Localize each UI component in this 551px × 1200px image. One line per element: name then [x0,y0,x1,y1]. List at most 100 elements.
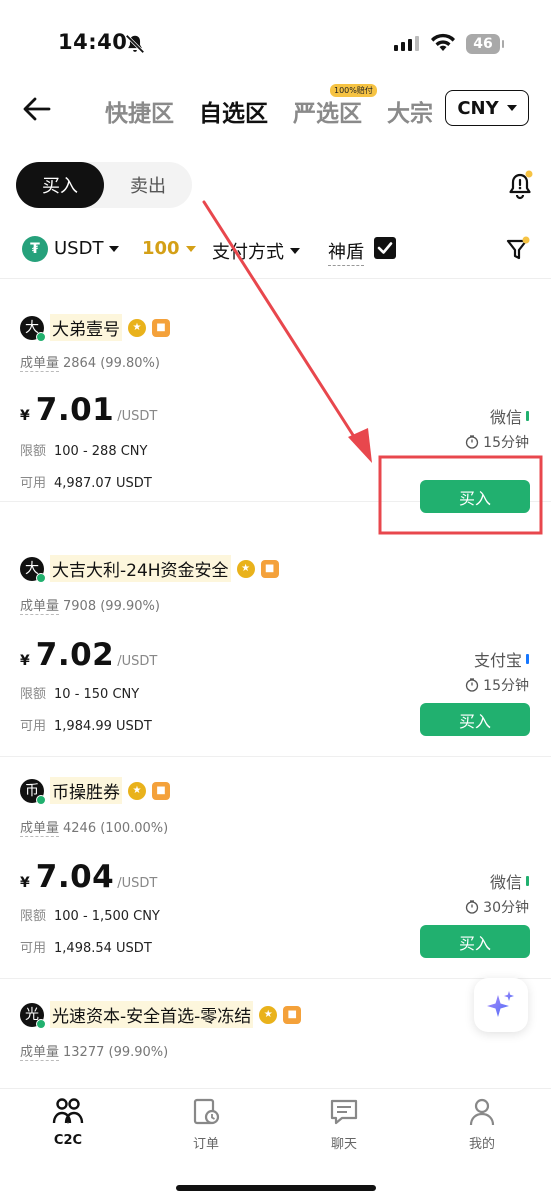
battery-indicator: 46 [466,34,504,54]
payment-method: 微信 [490,404,529,428]
guarantee-badge: 100%赔付 [330,84,377,97]
buy-toggle-button[interactable]: 买入 [16,162,104,208]
wechat-mark-icon [526,876,529,886]
deposit-lock-icon: ■ [260,559,279,578]
deposit-lock-icon: ■ [283,1005,302,1024]
shield-checkbox[interactable] [374,237,396,259]
price: ¥7.04/USDT [20,859,158,895]
payment-time-limit: 15分钟 [465,432,529,452]
payment-filter-label: 支付方式 [212,242,284,263]
tab-custom-zone[interactable]: 自选区 [199,94,268,128]
coin-filter-label: USDT [54,238,104,259]
available-amount: 可用 1,498.54 USDT [20,941,152,956]
chevron-down-icon [506,105,517,111]
bottom-tab-label: 我的 [468,1137,495,1152]
home-indicator [176,1185,376,1191]
chevron-down-icon [185,245,196,252]
filter-funnel-icon[interactable] [506,236,530,262]
bottom-tab-chat[interactable]: 聊天 [304,1097,384,1152]
buy-button[interactable]: 买入 [420,480,530,513]
sell-toggle-button[interactable]: 卖出 [104,162,192,208]
payment-filter[interactable]: 支付方式 [212,238,300,264]
merchant-header[interactable]: 币 币操胜券 ★ ■ [20,777,170,805]
avatar: 币 [20,778,46,805]
online-dot [36,331,46,342]
order-stats: 成单量 2864 (99.80%) [20,356,160,372]
verified-badge-icon: ★ [128,781,146,800]
online-dot [36,572,46,583]
alarm-bell-icon[interactable] [506,170,534,200]
avatar: 大 [20,315,46,342]
listing-card: 大 大吉大利-24H资金安全 ★ ■ 成单量 7908 (99.90%) ¥7.0… [0,535,551,757]
shield-label: 神盾 [328,238,364,266]
checkmark-icon [377,242,393,254]
bottom-tab-profile[interactable]: 我的 [442,1097,522,1152]
merchant-name: 光速资本-安全首选-零冻结 [50,1001,254,1028]
tab-quick-zone[interactable]: 快捷区 [105,94,174,128]
online-dot [36,1018,46,1029]
listing-card: 币 币操胜券 ★ ■ 成单量 4246 (100.00%) ¥7.04/USDT … [0,757,551,979]
status-bar: 14:40 46 [0,0,551,90]
ai-assistant-button[interactable] [474,978,528,1032]
limit-range: 限额 10 - 150 CNY [20,687,140,702]
price: ¥7.01/USDT [20,392,158,428]
available-amount: 可用 1,984.99 USDT [20,719,152,734]
avatar: 光 [20,1002,46,1029]
verified-badge-icon: ★ [236,559,255,578]
available-amount: 可用 4,987.07 USDT [20,476,152,491]
merchant-name: 大吉大利-24H资金安全 [50,555,231,582]
timer-icon [466,678,479,692]
back-arrow-icon[interactable] [22,94,52,124]
order-stats: 成单量 4246 (100.00%) [20,821,169,837]
limit-range: 限额 100 - 1,500 CNY [20,909,160,924]
buy-button[interactable]: 买入 [420,703,530,736]
divider [0,278,551,279]
top-navigation: 快捷区 自选区 严选区 100%赔付 大宗 CNY [0,80,551,140]
bottom-tab-label: 聊天 [330,1137,357,1152]
tab-strict-zone[interactable]: 严选区 [293,94,362,128]
amount-filter-label: 100 [142,238,180,259]
deposit-lock-icon: ■ [152,318,170,337]
bottom-tab-c2c[interactable]: C2C [28,1097,108,1148]
orders-icon [193,1098,220,1125]
buy-sell-toggle: 买入 卖出 [16,162,192,208]
bottom-tab-label: 订单 [192,1137,219,1152]
sparkle-icon [487,991,514,1017]
people-icon [52,1098,84,1124]
merchant-header[interactable]: 光 光速资本-安全首选-零冻结 ★ ■ [20,1001,302,1029]
wifi-icon [431,33,455,51]
usdt-coin-icon: ₮ [22,236,48,262]
merchant-name: 大弟壹号 [50,314,122,341]
merchant-header[interactable]: 大 大吉大利-24H资金安全 ★ ■ [20,555,279,583]
payment-method: 支付宝 [474,647,529,671]
amount-filter[interactable]: 100 [142,238,196,259]
currency-select[interactable]: CNY [445,90,529,126]
cellular-signal-icon [394,36,419,51]
coin-filter[interactable]: USDT [54,238,120,259]
wechat-mark-icon [526,411,529,421]
listing-card: 大 大弟壹号 ★ ■ 成单量 2864 (99.80%) ¥7.01/USDT 限… [0,280,551,513]
bottom-navigation: C2C 订单 聊天 我的 [0,1088,551,1200]
online-dot [36,794,46,805]
verified-badge-icon: ★ [128,318,146,337]
bottom-tab-orders[interactable]: 订单 [166,1097,246,1152]
alipay-mark-icon [526,654,529,664]
payment-time-limit: 30分钟 [465,897,529,917]
verified-badge-icon: ★ [259,1005,278,1024]
payment-time-limit: 15分钟 [465,675,529,695]
chevron-down-icon [290,248,300,254]
timer-icon [466,435,479,449]
bottom-tab-label: C2C [53,1133,83,1148]
chat-icon [330,1099,358,1125]
price: ¥7.02/USDT [20,637,158,673]
tab-bulk-zone[interactable]: 大宗 [387,94,433,128]
timer-icon [466,900,479,914]
bell-muted-icon [125,34,145,54]
order-stats: 成单量 13277 (99.90%) [20,1045,169,1061]
buy-button[interactable]: 买入 [420,925,530,958]
merchant-header[interactable]: 大 大弟壹号 ★ ■ [20,314,170,342]
merchant-name: 币操胜券 [50,777,122,804]
order-stats: 成单量 7908 (99.90%) [20,599,160,615]
profile-icon [469,1098,495,1126]
status-time: 14:40 [58,30,128,54]
